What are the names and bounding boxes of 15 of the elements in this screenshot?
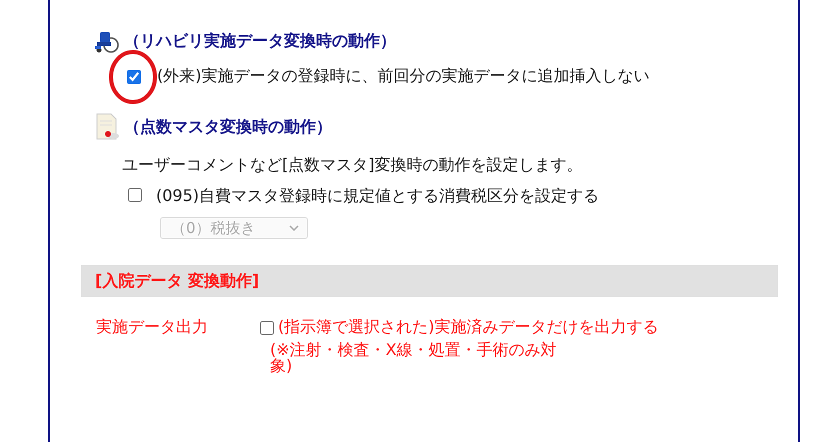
row-label: 実施データ出力 (96, 317, 209, 338)
section-heading: （点数マスタ変換時の動作） (124, 116, 332, 138)
section-description: ユーザーコメントなど[点数マスタ]変換時の動作を設定します。 (121, 155, 584, 176)
option-note: (※注射・検査・X線・処置・手術のみ対象) (269, 342, 558, 374)
checkbox[interactable] (260, 320, 274, 334)
document-icon (94, 113, 120, 141)
highlight-circle (108, 48, 158, 104)
checkbox[interactable] (127, 70, 141, 84)
option-label: (指示簿で選択された)実施済みデータだけを出力する (278, 317, 658, 338)
checkbox[interactable] (128, 188, 142, 202)
section-heading: [入院データ 変換動作] (95, 270, 260, 292)
chevron-down-icon (289, 225, 299, 231)
section-heading: （リハビリ実施データ変換時の動作） (124, 30, 396, 52)
option-label: (外来)実施データの登録時に、前回分の実施データに追加挿入しない (157, 66, 650, 87)
option-label: (095)自費マスタ登録時に規定値とする消費税区分を設定する (156, 186, 600, 207)
